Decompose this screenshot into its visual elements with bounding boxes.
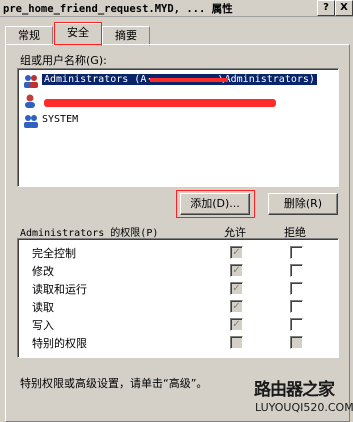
permission-row: 读取和运行 ✓ [18, 279, 338, 296]
user-name-system: SYSTEM [42, 114, 79, 125]
title-bar: pre_home_friend_request.MYD, ... 属性 ? X [0, 0, 353, 17]
permission-name: 完全控制 [32, 247, 76, 260]
tab-summary[interactable]: 摘要 [102, 26, 150, 46]
deny-checkbox[interactable] [290, 318, 303, 331]
tab-general[interactable]: 常规 [5, 26, 53, 46]
group-icon [24, 115, 38, 128]
remove-button[interactable]: 删除(R) [268, 193, 338, 215]
deny-checkbox[interactable] [290, 282, 303, 295]
allow-checkbox[interactable]: ✓ [230, 246, 243, 259]
permission-name: 读取 [32, 301, 54, 314]
users-listbox[interactable]: Administrators (A············\Administra… [17, 68, 339, 187]
permission-row: 修改 ✓ [18, 261, 338, 278]
tab-security[interactable]: 安全 [54, 23, 102, 46]
deny-checkbox[interactable] [290, 300, 303, 313]
window-title: pre_home_friend_request.MYD, ... 属性 [3, 3, 233, 15]
allow-checkbox[interactable]: ✓ [230, 318, 243, 331]
redaction-mark-inline [150, 78, 228, 82]
permission-name: 读取和运行 [32, 283, 87, 296]
users-label: 组或用户名称(G): [20, 54, 107, 67]
redaction-mark [44, 99, 276, 107]
site-watermark: 路由器之家 LUYOUQI520.COM [252, 373, 353, 419]
permission-name: 特别的权限 [32, 337, 87, 350]
permission-row: 读取 ✓ [18, 297, 338, 314]
watermark-title: 路由器之家 [254, 380, 335, 400]
deny-checkbox[interactable] [290, 336, 303, 349]
permissions-label: Administrators 的权限(P) [20, 228, 159, 239]
user-icon [25, 94, 35, 108]
add-button[interactable]: 添加(D)... [180, 193, 250, 215]
advanced-hint-text: 特别权限或高级设置，请单击“高级”。 [20, 377, 208, 390]
close-button[interactable]: X [335, 0, 353, 16]
help-button[interactable]: ? [317, 0, 335, 16]
permission-row: 完全控制 ✓ [18, 243, 338, 260]
permission-name: 写入 [32, 319, 54, 332]
watermark-url: LUYOUQI520.COM [255, 401, 353, 414]
permission-row: 特别的权限 [18, 333, 338, 350]
group-icon [24, 75, 38, 88]
deny-checkbox[interactable] [290, 264, 303, 277]
permission-row: 写入 ✓ [18, 315, 338, 332]
permission-name: 修改 [32, 265, 54, 278]
allow-checkbox[interactable]: ✓ [230, 264, 243, 277]
permissions-list[interactable]: 完全控制 ✓ 修改 ✓ 读取和运行 ✓ 读取 ✓ 写入 ✓ 特别的权限 [17, 238, 339, 358]
allow-checkbox[interactable] [230, 336, 243, 349]
allow-checkbox[interactable]: ✓ [230, 282, 243, 295]
deny-checkbox[interactable] [290, 246, 303, 259]
allow-checkbox[interactable]: ✓ [230, 300, 243, 313]
